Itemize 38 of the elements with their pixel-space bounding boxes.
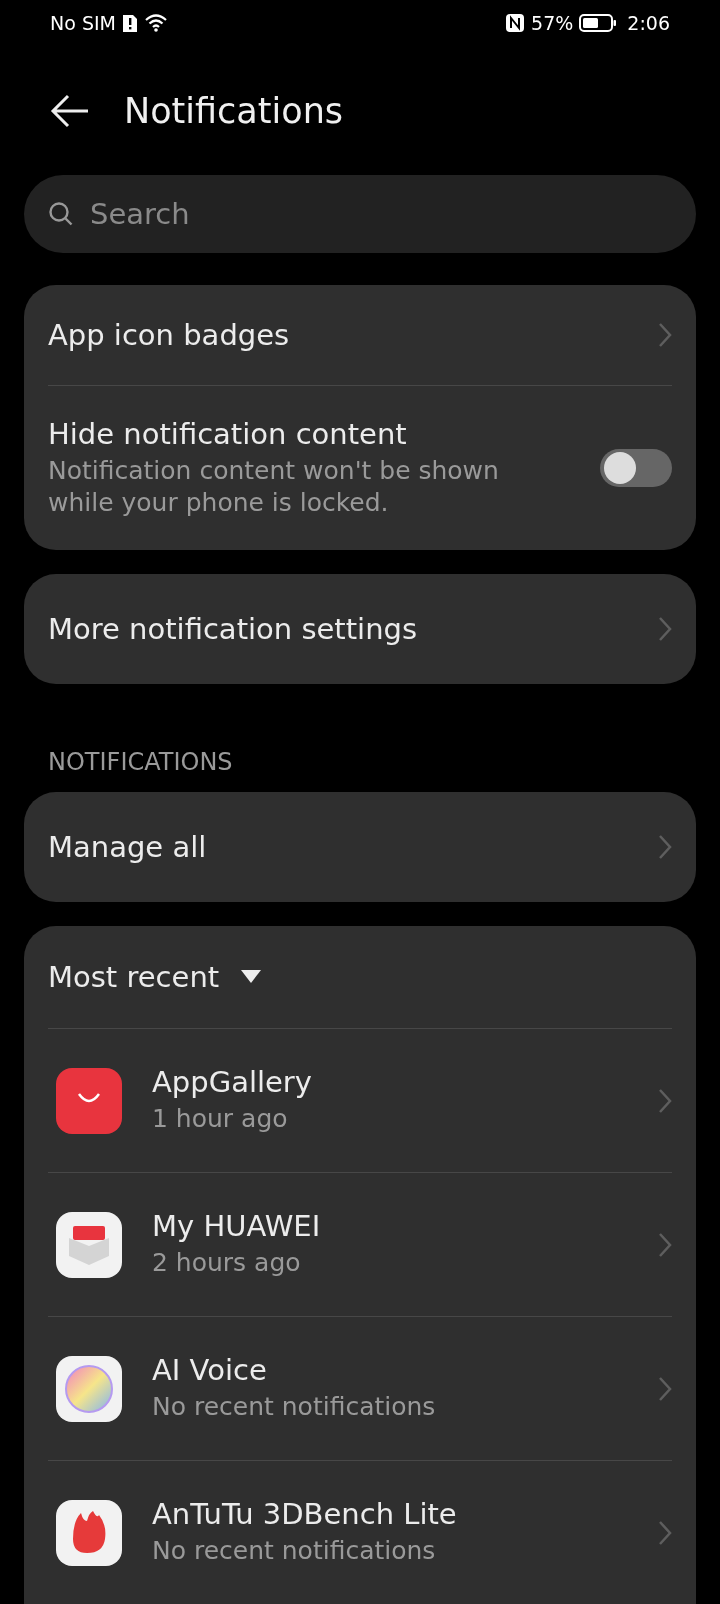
- app-name[interactable]: AI Voice: [152, 1353, 636, 1388]
- app-name[interactable]: My HUAWEI: [152, 1209, 636, 1244]
- battery-icon: [579, 13, 618, 33]
- clock-text: 2:06: [627, 12, 670, 34]
- chevron-right-icon: [658, 1519, 672, 1546]
- box-icon: [56, 1211, 122, 1278]
- chevron-right-icon: [658, 1087, 672, 1114]
- setting-label[interactable]: Manage all: [48, 830, 638, 864]
- search-field[interactable]: Search: [88, 196, 672, 232]
- notification-time: No recent notifications: [152, 1391, 437, 1424]
- setting-label[interactable]: App icon badges: [48, 318, 638, 352]
- search-icon: [48, 201, 74, 227]
- search-bar[interactable]: Search: [24, 175, 696, 253]
- toggle-switch[interactable]: [600, 449, 672, 487]
- flame-icon: [56, 1499, 122, 1566]
- section-heading: NOTIFICATIONS: [47, 747, 234, 778]
- back-arrow-icon[interactable]: [50, 93, 90, 128]
- nfc-icon: [505, 13, 526, 33]
- chevron-right-icon: [658, 1231, 672, 1258]
- app-name[interactable]: AnTuTu 3DBench Lite: [152, 1497, 636, 1532]
- app-name[interactable]: AppGallery: [152, 1065, 636, 1100]
- notification-time: 2 hours ago: [152, 1247, 302, 1280]
- shopping-bag-icon: [56, 1067, 122, 1134]
- dropdown-triangle-icon[interactable]: [241, 970, 262, 984]
- chevron-right-icon: [658, 322, 672, 348]
- setting-label: Hide notification content: [48, 416, 408, 451]
- carrier-text: No SIM: [50, 12, 116, 34]
- notification-time: No recent notifications: [152, 1535, 437, 1568]
- page-title: Notifications: [124, 90, 344, 131]
- chevron-right-icon: [658, 1375, 672, 1402]
- sort-label[interactable]: Most recent: [48, 960, 220, 994]
- chevron-right-icon: [658, 616, 672, 642]
- setting-label[interactable]: More notification settings: [48, 612, 638, 646]
- notification-time: 1 hour ago: [152, 1103, 289, 1136]
- sim-alert-icon: [121, 13, 138, 33]
- setting-description: Notification content won't be shown while your phone is locked.: [48, 454, 500, 519]
- battery-percent-text: 57%: [531, 12, 574, 34]
- chevron-right-icon: [658, 834, 672, 860]
